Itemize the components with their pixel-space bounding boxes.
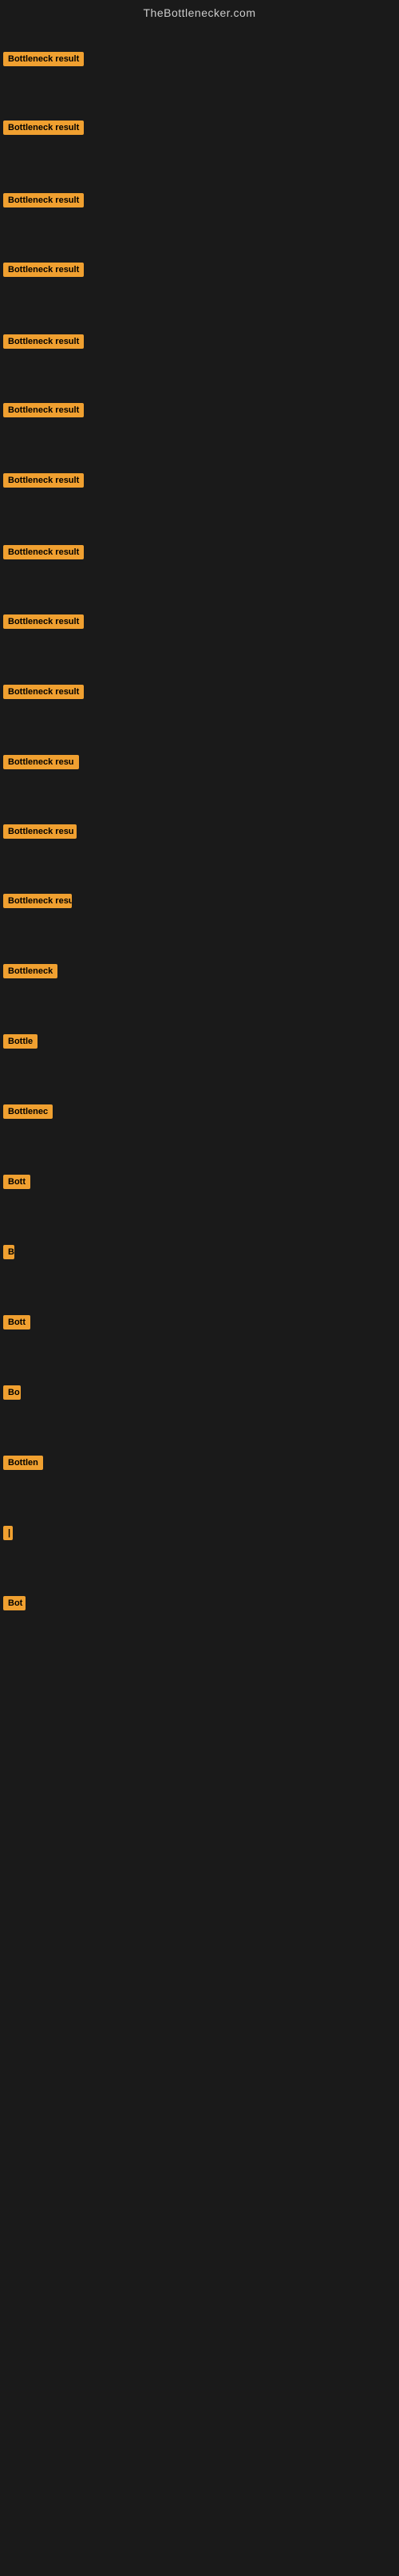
- badge-row-20: Bo: [3, 1385, 21, 1404]
- badge-row-12: Bottleneck resu: [3, 824, 77, 843]
- badge-row-11: Bottleneck resu: [3, 755, 79, 773]
- badge-row-17: Bott: [3, 1175, 30, 1193]
- bottleneck-badge-10[interactable]: Bottleneck result: [3, 685, 84, 699]
- bottleneck-badge-14[interactable]: Bottleneck: [3, 964, 57, 978]
- site-title: TheBottlenecker.com: [0, 0, 399, 22]
- bottleneck-badge-16[interactable]: Bottlenec: [3, 1104, 53, 1119]
- badge-row-8: Bottleneck result: [3, 545, 84, 563]
- badge-row-3: Bottleneck result: [3, 193, 84, 211]
- badge-row-14: Bottleneck: [3, 964, 57, 982]
- bottleneck-badge-21[interactable]: Bottlen: [3, 1456, 43, 1470]
- bottleneck-badge-20[interactable]: Bo: [3, 1385, 21, 1400]
- bottleneck-badge-4[interactable]: Bottleneck result: [3, 263, 84, 277]
- bottleneck-badge-19[interactable]: Bott: [3, 1315, 30, 1329]
- badge-row-22: |: [3, 1526, 13, 1544]
- bottleneck-badge-13[interactable]: Bottleneck resu: [3, 894, 72, 908]
- badge-row-13: Bottleneck resu: [3, 894, 72, 912]
- badge-row-21: Bottlen: [3, 1456, 43, 1474]
- badge-row-18: B: [3, 1245, 14, 1263]
- badge-row-1: Bottleneck result: [3, 52, 84, 70]
- bottleneck-badge-6[interactable]: Bottleneck result: [3, 403, 84, 417]
- bottleneck-badge-2[interactable]: Bottleneck result: [3, 121, 84, 135]
- bottleneck-badge-18[interactable]: B: [3, 1245, 14, 1259]
- bottleneck-badge-23[interactable]: Bot: [3, 1596, 26, 1610]
- badge-row-9: Bottleneck result: [3, 614, 84, 633]
- badge-row-6: Bottleneck result: [3, 403, 84, 421]
- bottleneck-badge-15[interactable]: Bottle: [3, 1034, 38, 1049]
- badge-row-15: Bottle: [3, 1034, 38, 1053]
- bottleneck-badge-12[interactable]: Bottleneck resu: [3, 824, 77, 839]
- bottleneck-badge-1[interactable]: Bottleneck result: [3, 52, 84, 66]
- bottleneck-badge-5[interactable]: Bottleneck result: [3, 334, 84, 349]
- badge-row-10: Bottleneck result: [3, 685, 84, 703]
- badge-row-5: Bottleneck result: [3, 334, 84, 353]
- bottleneck-badge-8[interactable]: Bottleneck result: [3, 545, 84, 559]
- bottleneck-badge-7[interactable]: Bottleneck result: [3, 473, 84, 488]
- bottleneck-badge-22[interactable]: |: [3, 1526, 13, 1540]
- bottleneck-badge-17[interactable]: Bott: [3, 1175, 30, 1189]
- badge-row-7: Bottleneck result: [3, 473, 84, 492]
- bottleneck-badge-3[interactable]: Bottleneck result: [3, 193, 84, 207]
- bottleneck-badge-9[interactable]: Bottleneck result: [3, 614, 84, 629]
- badge-row-19: Bott: [3, 1315, 30, 1333]
- bottleneck-badge-11[interactable]: Bottleneck resu: [3, 755, 79, 769]
- badge-row-4: Bottleneck result: [3, 263, 84, 281]
- badge-row-2: Bottleneck result: [3, 121, 84, 139]
- badge-row-23: Bot: [3, 1596, 26, 1614]
- badge-row-16: Bottlenec: [3, 1104, 53, 1123]
